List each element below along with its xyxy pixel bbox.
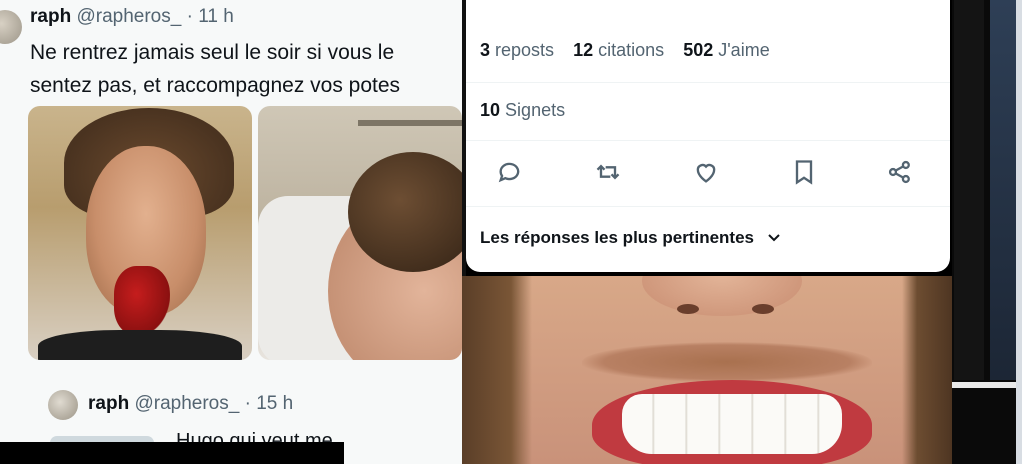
reply-avatar[interactable] — [48, 390, 78, 420]
reply-author-name[interactable]: raph — [88, 393, 129, 414]
photo-shirt — [38, 330, 242, 360]
citations-label[interactable]: citations — [598, 40, 664, 60]
photo-mustache — [582, 342, 872, 382]
photo-hair — [902, 276, 952, 464]
author-handle[interactable]: @rapheros_ — [76, 6, 181, 27]
photo-hair — [462, 276, 532, 464]
share-icon[interactable] — [886, 158, 918, 190]
author-name[interactable]: raph — [30, 6, 71, 27]
bookmarks-stat: 10 Signets — [480, 100, 565, 121]
photo-nostril — [677, 304, 699, 314]
reposts-label[interactable]: reposts — [495, 40, 554, 60]
tweet-photo-mouth[interactable] — [462, 276, 952, 464]
photo-nose — [642, 276, 802, 316]
divider — [466, 82, 950, 83]
tweet-timestamp[interactable]: 11 h — [198, 6, 234, 27]
bookmark-icon[interactable] — [790, 158, 822, 190]
engagement-stats: 3 reposts 12 citations 502 J'aime — [480, 40, 784, 61]
divider — [466, 206, 950, 207]
sort-label: Les réponses les plus pertinentes — [480, 228, 754, 247]
repost-icon[interactable] — [594, 158, 626, 190]
background-line — [952, 382, 1022, 388]
photo-pipe — [358, 120, 462, 126]
citations-count[interactable]: 12 — [573, 40, 593, 60]
likes-count[interactable]: 502 — [683, 40, 713, 60]
tweet-header: raph @rapheros_ · 11 h — [30, 6, 234, 28]
black-overlay — [0, 442, 344, 464]
background-panel — [954, 0, 984, 380]
replies-sort-dropdown[interactable]: Les réponses les plus pertinentes — [480, 228, 781, 248]
like-icon[interactable] — [692, 158, 724, 190]
bookmarks-label[interactable]: Signets — [505, 100, 565, 120]
photo-blood — [114, 266, 170, 336]
chevron-down-icon — [767, 228, 781, 248]
reply-icon[interactable] — [496, 158, 528, 190]
likes-label[interactable]: J'aime — [718, 40, 769, 60]
right-tweet-card: 3 reposts 12 citations 502 J'aime 10 Sig… — [466, 0, 950, 272]
background-strip — [952, 0, 1022, 464]
reposts-count[interactable]: 3 — [480, 40, 490, 60]
separator-dot: · — [244, 393, 251, 414]
reply-timestamp[interactable]: 15 h — [256, 393, 293, 414]
tweet-photo-face[interactable] — [28, 106, 252, 360]
left-tweet-card: raph @rapheros_ · 11 h Ne rentrez jamais… — [0, 0, 462, 464]
photo-teeth — [622, 394, 842, 454]
avatar[interactable] — [0, 10, 22, 44]
separator-dot: · — [186, 6, 193, 27]
divider — [466, 140, 950, 141]
reply-author-handle[interactable]: @rapheros_ — [134, 393, 239, 414]
photo-nostril — [752, 304, 774, 314]
background-line — [1016, 0, 1022, 464]
tweet-photo-neck[interactable] — [258, 106, 462, 360]
tweet-text: Ne rentrez jamais seul le soir si vous l… — [30, 41, 401, 97]
reply-header: raph @rapheros_ · 15 h — [88, 393, 293, 415]
action-bar — [466, 152, 950, 196]
bookmarks-count[interactable]: 10 — [480, 100, 500, 120]
